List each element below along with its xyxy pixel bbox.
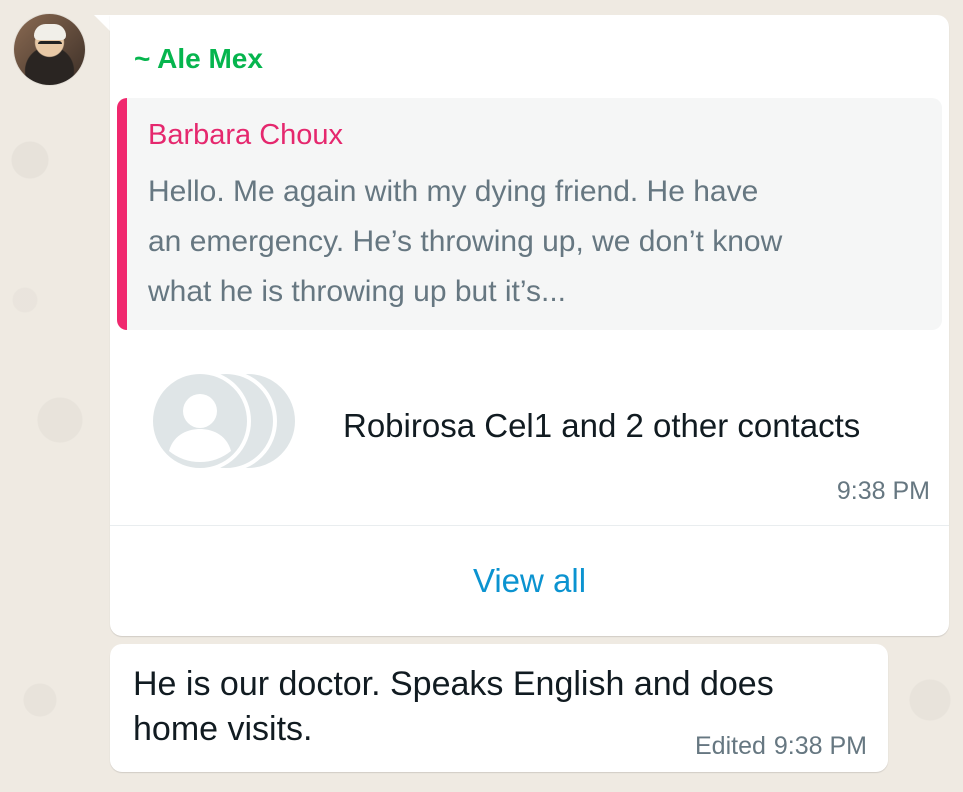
message-time: 9:38 PM [773, 732, 867, 760]
message-time: 9:38 PM [836, 477, 930, 505]
contacts-stack-icon [150, 371, 299, 471]
quoted-message[interactable]: Barbara Choux Hello. Me again with my dy… [117, 98, 942, 330]
sender-name[interactable]: ~ Ale Mex [134, 43, 263, 75]
quoted-text: Hello. Me again with my dying friend. He… [148, 175, 783, 308]
edited-label: Edited [695, 732, 766, 760]
quote-accent-bar [117, 98, 127, 330]
avatar-glasses [38, 41, 62, 50]
avatar-hair [34, 24, 66, 40]
contact-message-bubble[interactable]: ~ Ale Mex Barbara Choux Hello. Me again … [110, 15, 949, 636]
view-all-button[interactable]: View all [110, 526, 949, 636]
message-meta: Edited 9:38 PM [695, 732, 867, 761]
text-message-bubble[interactable]: He is our doctor. Speaks English and doe… [110, 644, 888, 772]
contact-card-label[interactable]: Robirosa Cel1 and 2 other contacts [343, 407, 860, 445]
quoted-author: Barbara Choux [148, 119, 344, 151]
sender-avatar[interactable] [14, 14, 85, 85]
bubble-tail [94, 15, 111, 32]
